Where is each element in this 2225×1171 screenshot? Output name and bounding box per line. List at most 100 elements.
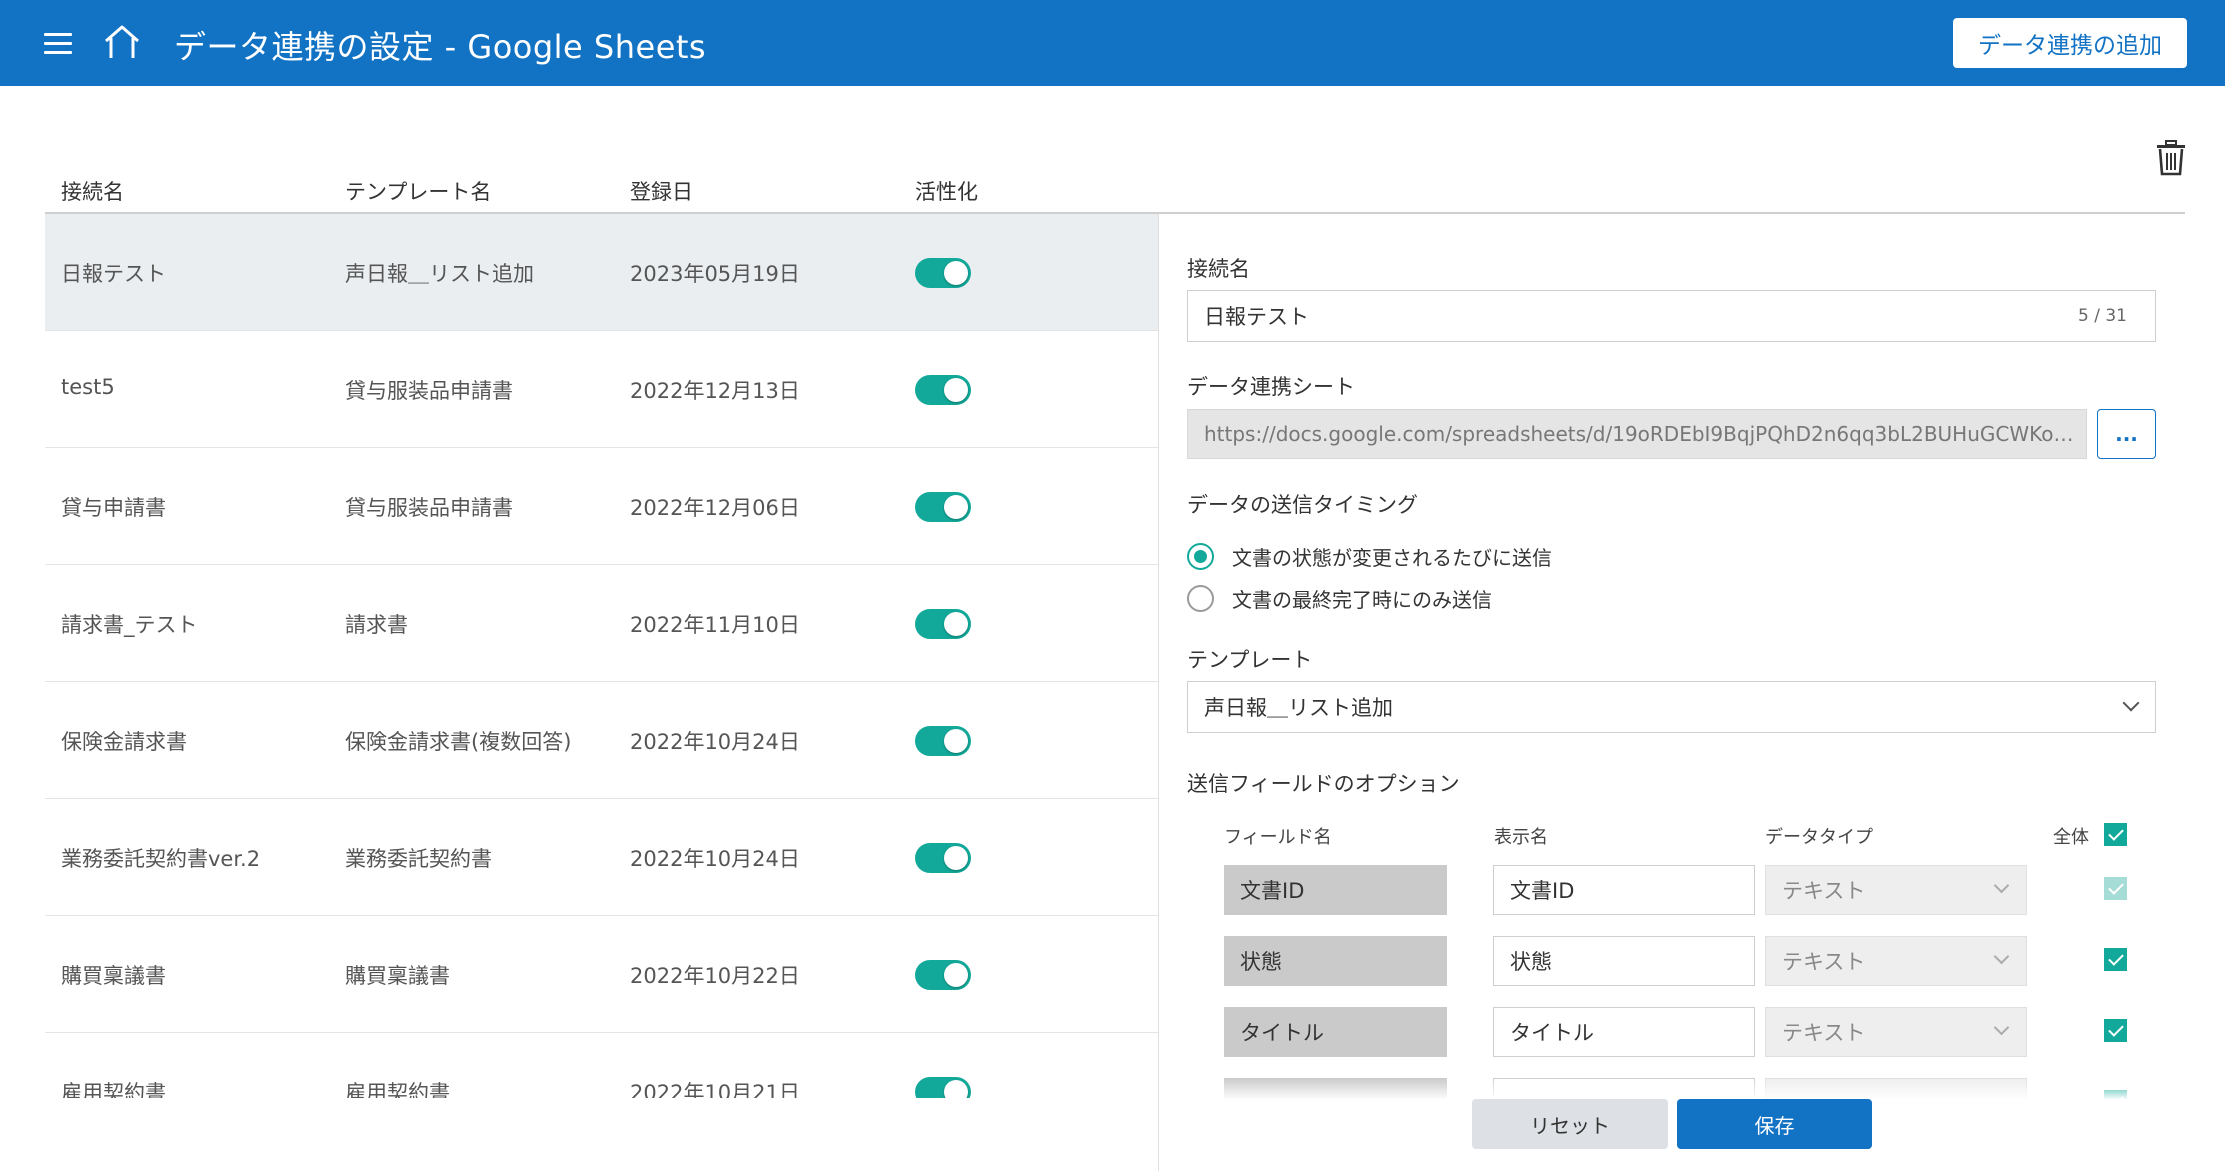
table-row[interactable]: 日報テスト 声日報＿リスト追加 2023年05月19日: [45, 214, 1159, 331]
data-type-select[interactable]: テキスト: [1765, 865, 2027, 915]
field-name-header: フィールド名: [1224, 827, 1332, 848]
top-bar: データ連携の設定 - Google Sheets データ連携の追加: [0, 0, 2225, 86]
menu-icon[interactable]: [40, 27, 80, 59]
display-name-input[interactable]: タイトル: [1493, 1007, 1755, 1057]
row-template: 業務委託契約書: [345, 847, 492, 871]
connection-name-input[interactable]: 日報テスト 5 / 31: [1187, 290, 2156, 342]
data-type-select[interactable]: テキスト: [1765, 936, 2027, 986]
select-sheet-button[interactable]: ...: [2097, 409, 2156, 459]
select-all-label: 全体: [2053, 827, 2089, 848]
row-name: 日報テスト: [61, 262, 166, 286]
character-counter: 5 / 31: [2078, 306, 2127, 326]
connection-name-value: 日報テスト: [1204, 305, 1309, 329]
data-type-value: テキスト: [1782, 1021, 1866, 1045]
table-row[interactable]: 請求書_テスト 請求書 2022年11月10日: [45, 565, 1159, 682]
table-header: 接続名 テンプレート名 登録日 活性化: [45, 172, 2185, 214]
field-checkbox[interactable]: [2104, 1019, 2127, 1042]
template-value: 声日報＿リスト追加: [1204, 696, 1393, 720]
row-name: 購買稟議書: [61, 964, 166, 988]
active-toggle[interactable]: [915, 258, 971, 288]
active-toggle[interactable]: [915, 609, 971, 639]
active-toggle[interactable]: [915, 726, 971, 756]
timing-label: データの送信タイミング: [1187, 493, 1418, 517]
row-date: 2022年12月13日: [630, 379, 800, 403]
column-header-active[interactable]: 活性化: [915, 176, 978, 206]
row-template: 貸与服装品申請書: [345, 379, 513, 403]
save-button[interactable]: 保存: [1677, 1099, 1872, 1149]
row-name: 貸与申請書: [61, 496, 166, 520]
chevron-down-icon: [1993, 948, 2010, 965]
row-name: 業務委託契約書ver.2: [61, 847, 261, 871]
scroll-fade: [1187, 1078, 2156, 1100]
active-toggle[interactable]: [915, 1077, 971, 1098]
data-type-select[interactable]: テキスト: [1765, 1007, 2027, 1057]
active-toggle[interactable]: [915, 843, 971, 873]
row-date: 2023年05月19日: [630, 262, 800, 286]
connection-list: 日報テスト 声日報＿リスト追加 2023年05月19日 test5 貸与服装品申…: [45, 214, 1159, 1098]
template-label: テンプレート: [1187, 648, 1313, 672]
data-type-value: テキスト: [1782, 879, 1866, 903]
table-row[interactable]: 貸与申請書 貸与服装品申請書 2022年12月06日: [45, 448, 1159, 565]
row-template: 声日報＿リスト追加: [345, 262, 534, 286]
trash-icon[interactable]: [2155, 140, 2187, 176]
timing-option-on-complete[interactable]: 文書の最終完了時にのみ送信: [1187, 584, 1492, 613]
row-name: 雇用契約書: [61, 1081, 166, 1098]
table-row[interactable]: test5 貸与服装品申請書 2022年12月13日: [45, 331, 1159, 448]
display-name-input[interactable]: 文書ID: [1493, 865, 1755, 915]
column-header-template[interactable]: テンプレート名: [345, 176, 491, 206]
field-options-label: 送信フィールドのオプション: [1187, 772, 1460, 796]
field-options-list: 文書ID 文書ID テキスト 状態 状態 テキスト タイトル タイトル テキスト: [1187, 855, 2156, 1099]
row-date: 2022年10月21日: [630, 1081, 800, 1098]
timing-option-on-change[interactable]: 文書の状態が変更されるたびに送信: [1187, 542, 1552, 571]
data-type-value: テキスト: [1782, 950, 1866, 974]
row-name: 請求書_テスト: [61, 613, 198, 637]
row-template: 貸与服装品申請書: [345, 496, 513, 520]
template-select[interactable]: 声日報＿リスト追加: [1187, 681, 2156, 733]
radio-button[interactable]: [1187, 585, 1214, 612]
data-type-header: データタイプ: [1765, 827, 1873, 848]
chevron-down-icon: [1993, 877, 2010, 894]
reset-button[interactable]: リセット: [1472, 1099, 1668, 1149]
row-date: 2022年10月24日: [630, 730, 800, 754]
radio-button-selected[interactable]: [1187, 543, 1214, 570]
field-checkbox[interactable]: [2104, 948, 2127, 971]
row-date: 2022年10月24日: [630, 847, 800, 871]
row-template: 請求書: [345, 613, 408, 637]
display-name-input[interactable]: 状態: [1493, 936, 1755, 986]
active-toggle[interactable]: [915, 375, 971, 405]
panel-divider: [1158, 214, 1159, 1171]
sheet-url-value: https://docs.google.com/spreadsheets/d/1…: [1204, 422, 2084, 446]
column-header-name[interactable]: 接続名: [61, 176, 124, 206]
row-template: 購買稟議書: [345, 964, 450, 988]
column-header-date[interactable]: 登録日: [630, 176, 693, 206]
radio-label: 文書の状態が変更されるたびに送信: [1232, 546, 1552, 570]
sheet-url-field: https://docs.google.com/spreadsheets/d/1…: [1187, 409, 2087, 459]
select-all-checkbox[interactable]: [2104, 823, 2127, 846]
table-row[interactable]: 業務委託契約書ver.2 業務委託契約書 2022年10月24日: [45, 799, 1159, 916]
connection-name-label: 接続名: [1187, 257, 1250, 281]
sheet-label: データ連携シート: [1187, 375, 1355, 399]
row-template: 雇用契約書: [345, 1081, 450, 1098]
add-data-link-button[interactable]: データ連携の追加: [1953, 18, 2187, 68]
row-date: 2022年12月06日: [630, 496, 800, 520]
active-toggle[interactable]: [915, 960, 971, 990]
row-template: 保険金請求書(複数回答): [345, 730, 572, 754]
radio-label: 文書の最終完了時にのみ送信: [1232, 588, 1492, 612]
field-checkbox[interactable]: [2104, 877, 2127, 900]
table-row[interactable]: 保険金請求書 保険金請求書(複数回答) 2022年10月24日: [45, 682, 1159, 799]
active-toggle[interactable]: [915, 492, 971, 522]
table-row[interactable]: 購買稟議書 購買稟議書 2022年10月22日: [45, 916, 1159, 1033]
home-icon[interactable]: [100, 22, 144, 62]
row-date: 2022年11月10日: [630, 613, 800, 637]
chevron-down-icon: [1993, 1019, 2010, 1036]
page-title: データ連携の設定 - Google Sheets: [174, 28, 707, 66]
field-name: タイトル: [1224, 1007, 1447, 1057]
display-name-header: 表示名: [1494, 827, 1548, 848]
row-date: 2022年10月22日: [630, 964, 800, 988]
table-row[interactable]: 雇用契約書 雇用契約書 2022年10月21日: [45, 1033, 1159, 1098]
field-name: 文書ID: [1224, 865, 1447, 915]
field-name: 状態: [1224, 936, 1447, 986]
row-name: test5: [61, 375, 115, 399]
chevron-down-icon: [2122, 694, 2140, 712]
row-name: 保険金請求書: [61, 730, 187, 754]
